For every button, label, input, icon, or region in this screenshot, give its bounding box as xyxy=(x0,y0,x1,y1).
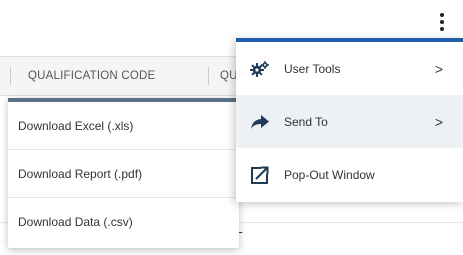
chevron-right-icon: > xyxy=(434,60,443,77)
share-arrow-icon xyxy=(248,112,272,132)
app-stage: QUALIFICATION CODE QU VEL 3 Download Exc… xyxy=(0,0,463,255)
column-header-qualification-code[interactable]: QUALIFICATION CODE xyxy=(28,57,155,95)
column-separator xyxy=(10,67,11,85)
more-options-button[interactable] xyxy=(432,8,452,36)
column-separator xyxy=(208,67,209,85)
menu-item-label: Pop-Out Window xyxy=(284,167,375,182)
download-data-item[interactable]: Download Data (.csv) xyxy=(8,198,239,246)
chevron-right-icon: > xyxy=(434,113,443,130)
column-header-partial[interactable]: QU xyxy=(220,57,238,95)
gears-icon xyxy=(248,59,272,79)
kebab-dot xyxy=(440,27,444,31)
menu-item-send-to[interactable]: Send To > xyxy=(236,95,463,148)
kebab-dot xyxy=(440,20,444,24)
menu-item-pop-out-window[interactable]: Pop-Out Window xyxy=(236,148,463,201)
popout-icon xyxy=(248,165,272,185)
action-menu: User Tools > Send To > Pop-Out Window xyxy=(236,38,463,202)
download-report-item[interactable]: Download Report (.pdf) xyxy=(8,150,239,198)
download-menu: Download Excel (.xls) Download Report (.… xyxy=(8,98,239,248)
download-excel-item[interactable]: Download Excel (.xls) xyxy=(8,102,239,150)
kebab-dot xyxy=(440,13,444,17)
menu-item-label: Send To xyxy=(284,114,328,129)
menu-item-label: User Tools xyxy=(284,61,341,76)
menu-item-user-tools[interactable]: User Tools > xyxy=(236,42,463,95)
